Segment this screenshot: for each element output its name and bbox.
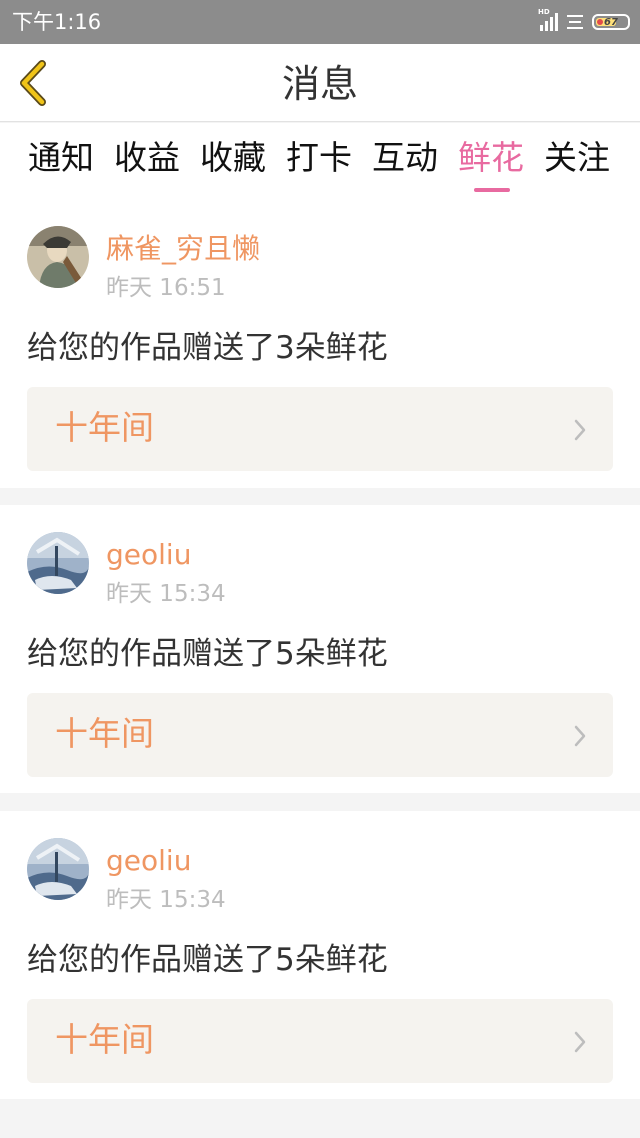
chevron-right-icon [574, 725, 586, 747]
username[interactable]: geoliu [106, 844, 191, 878]
work-title: 十年间 [55, 714, 154, 753]
page-title: 消息 [281, 62, 358, 106]
message-time: 昨天 15:34 [106, 581, 226, 607]
nav-bar: 消息 [0, 44, 640, 122]
work-link[interactable]: 十年间 [27, 693, 613, 777]
username[interactable]: 麻雀_穷且懒 [106, 232, 260, 266]
work-title: 十年间 [55, 1020, 154, 1059]
avatar[interactable] [27, 532, 89, 594]
tab-flowers[interactable]: 鲜花 [452, 137, 530, 179]
avatar[interactable] [27, 226, 89, 288]
work-title: 十年间 [55, 408, 154, 447]
chevron-right-icon [574, 419, 586, 441]
tab-earnings[interactable]: 收益 [108, 137, 186, 179]
status-time: 下午1:16 [12, 10, 102, 34]
tab-bar: 通知 收益 收藏 打卡 互动 鲜花 关注 [0, 123, 640, 198]
message-text: 给您的作品赠送了5朵鲜花 [27, 636, 388, 672]
chevron-right-icon [574, 1031, 586, 1053]
work-link[interactable]: 十年间 [27, 999, 613, 1083]
message-text: 给您的作品赠送了3朵鲜花 [27, 330, 388, 366]
tab-favorites[interactable]: 收藏 [194, 137, 272, 179]
active-tab-indicator [474, 188, 510, 192]
tab-notifications[interactable]: 通知 [22, 137, 100, 179]
message-time: 昨天 15:34 [106, 887, 226, 913]
username[interactable]: geoliu [106, 538, 191, 572]
battery-level: 67 [604, 16, 618, 28]
signal-icon: HD [538, 8, 558, 31]
tab-following[interactable]: 关注 [538, 137, 616, 179]
avatar[interactable] [27, 838, 89, 900]
tab-checkin[interactable]: 打卡 [280, 137, 358, 179]
battery-icon: 67 [592, 14, 630, 30]
message-time: 昨天 16:51 [106, 275, 226, 301]
network-label: HD [538, 8, 550, 16]
status-icons: HD 67 [538, 8, 630, 33]
work-link[interactable]: 十年间 [27, 387, 613, 471]
status-bar: 下午1:16 HD 67 [0, 0, 640, 44]
message-text: 给您的作品赠送了5朵鲜花 [27, 942, 388, 978]
wifi-icon [566, 15, 584, 29]
tab-interactions[interactable]: 互动 [366, 137, 444, 179]
